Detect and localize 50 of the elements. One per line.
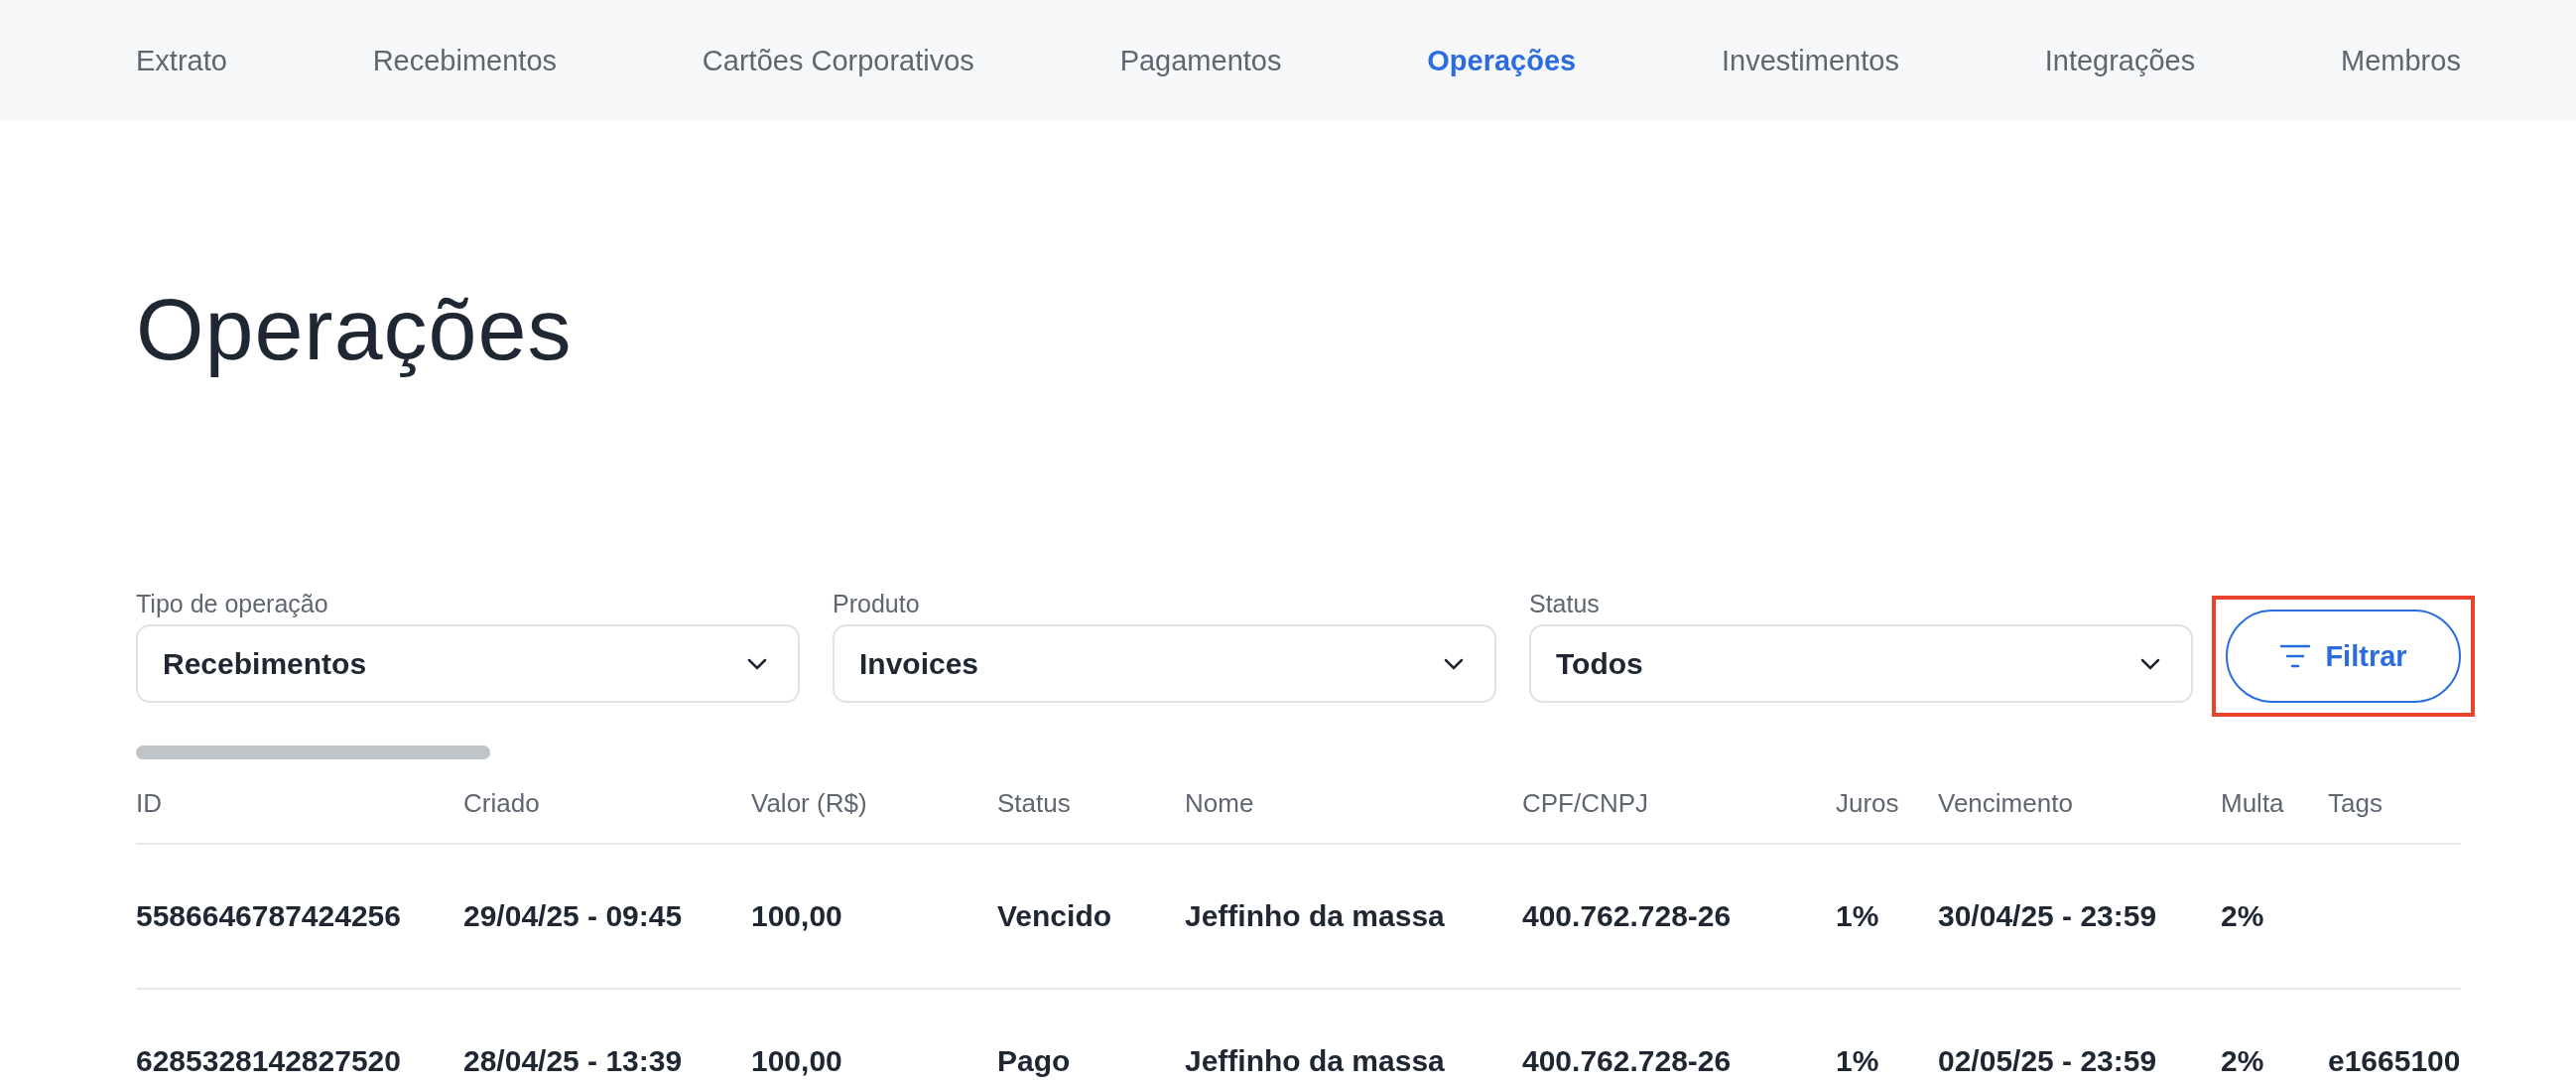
table-cell: 30/04/25 - 23:59 <box>1938 899 2157 933</box>
table-cell: 02/05/25 - 23:59 <box>1938 1044 2157 1078</box>
column-header: Tags <box>2328 763 2461 845</box>
nav-tab[interactable]: Investimentos <box>1722 44 1899 77</box>
field-label: Produto <box>833 590 921 618</box>
table-cell: 1% <box>1836 1044 1879 1078</box>
column-header: Criado <box>463 763 751 845</box>
table-cell: 6285328142827520 <box>136 1044 401 1078</box>
table-cell: 400.762.728-26 <box>1522 1044 1732 1078</box>
column-header: Juros <box>1836 763 1938 845</box>
table-cell: 1% <box>1836 899 1879 933</box>
table-cell: 5586646787424256 <box>136 899 401 933</box>
column-header: CPF/CNPJ <box>1522 763 1836 845</box>
table-cell: 100,00 <box>751 899 842 933</box>
table-cell: Jeffinho da massa <box>1185 899 1445 933</box>
table-cell: 100,00 <box>751 1044 842 1078</box>
chevron-down-icon <box>1443 656 1465 671</box>
field-label: Status <box>1529 590 1601 618</box>
nav-tab[interactable]: Pagamentos <box>1119 44 1282 77</box>
table-cell: 2% <box>2221 1044 2264 1078</box>
filter-button[interactable]: Filtrar <box>2226 610 2461 703</box>
nav-tab[interactable]: Extrato <box>136 44 227 77</box>
nav-tab[interactable]: Recebimentos <box>372 44 558 77</box>
column-header: Status <box>997 763 1185 845</box>
column-header: Valor (R$) <box>751 763 997 845</box>
nav-tab[interactable]: Cartões Corporativos <box>702 44 974 77</box>
column-header: Nome <box>1185 763 1522 845</box>
table-cell: 29/04/25 - 09:45 <box>463 899 683 933</box>
table-cell: Vencido <box>997 899 1112 933</box>
table-cell: Jeffinho da massa <box>1185 1044 1445 1078</box>
nav-tab[interactable]: Operações <box>1427 44 1577 77</box>
column-header: ID <box>136 763 463 845</box>
page-title: Operações <box>136 279 574 380</box>
table-cell: 400.762.728-26 <box>1522 899 1732 933</box>
filter-icon <box>2279 643 2312 669</box>
field-label: Tipo de operação <box>136 590 329 618</box>
table-cell: 28/04/25 - 13:39 <box>463 1044 683 1078</box>
nav-tab[interactable]: Integrações <box>2044 44 2196 77</box>
nav-tab[interactable]: Membros <box>2341 44 2461 77</box>
dropdown-field[interactable]: Todos <box>1529 624 2193 703</box>
table-cell: 2% <box>2221 899 2264 933</box>
column-header: Multa <box>2221 763 2328 845</box>
dropdown-field[interactable]: Recebimentos <box>136 624 800 703</box>
table-cell: e1665100 <box>2328 1044 2461 1078</box>
table-cell: Pago <box>997 1044 1071 1078</box>
dropdown-field[interactable]: Invoices <box>833 624 1496 703</box>
column-header: Vencimento <box>1938 763 2221 845</box>
horizontal-scrollbar[interactable] <box>136 746 490 759</box>
chevron-down-icon <box>746 656 768 671</box>
chevron-down-icon <box>2139 656 2161 671</box>
